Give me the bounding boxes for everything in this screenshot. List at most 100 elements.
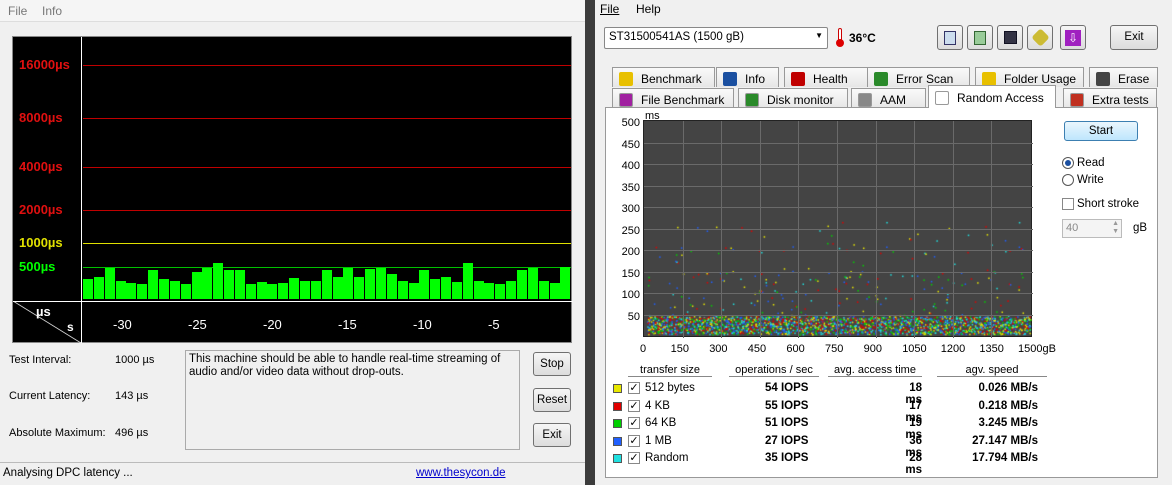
x-tick-1350: 1350 (979, 343, 1004, 355)
tab-extra-tests[interactable]: Extra tests (1063, 88, 1157, 108)
short-stroke-checkbox[interactable] (1062, 198, 1074, 210)
write-label: Write (1077, 174, 1104, 186)
drive-select[interactable]: ST31500541AS (1500 gB) ▼ (604, 27, 828, 49)
y-label-0: 16000µs (19, 57, 70, 72)
latency-bar (310, 281, 321, 299)
latency-bar (397, 281, 408, 299)
grid-v (759, 121, 761, 338)
tab-icon (619, 92, 633, 107)
speed-value: 0.026 MB/s (978, 382, 1038, 394)
tab-health[interactable]: Health (784, 67, 872, 87)
latency-bar (549, 282, 560, 299)
row-checkbox[interactable]: ✓ (628, 417, 640, 429)
grid-h (644, 142, 1033, 144)
latency-bar (158, 279, 169, 299)
copy-text-button[interactable] (937, 25, 963, 50)
latency-bar (527, 268, 538, 299)
row-checkbox[interactable]: ✓ (628, 382, 640, 394)
x-tick-4: -10 (413, 317, 432, 332)
write-radio[interactable] (1062, 174, 1074, 186)
read-radio[interactable] (1062, 157, 1074, 169)
stop-button[interactable]: Stop (533, 352, 571, 376)
latency-bar (126, 282, 137, 299)
thermometer-icon (836, 28, 844, 47)
menu-file[interactable]: File (8, 4, 27, 18)
grid-line-2 (83, 167, 571, 168)
latency-bar (408, 282, 419, 299)
latency-bar (386, 273, 397, 299)
latency-bar (213, 263, 224, 299)
latency-bar (256, 281, 267, 299)
latency-bar (148, 270, 159, 299)
row-checkbox[interactable]: ✓ (628, 452, 640, 464)
axis-horizontal-line (13, 301, 573, 302)
grid-h (644, 250, 1033, 251)
x-tick-1500gB: 1500gB (1018, 343, 1056, 355)
tab-benchmark[interactable]: Benchmark (612, 67, 715, 87)
latency-bar (278, 282, 289, 299)
row-checkbox[interactable]: ✓ (628, 434, 640, 447)
tab-info[interactable]: Info (716, 67, 779, 87)
transfer-size: 512 bytes (645, 382, 695, 394)
speed-value: 3.245 MB/s (978, 417, 1038, 429)
x-tick-900: 900 (863, 343, 882, 355)
grid-v (798, 121, 800, 338)
tab-aam[interactable]: AAM (851, 88, 926, 108)
menu-info[interactable]: Info (42, 4, 62, 18)
tab-disk-monitor[interactable]: Disk monitor (738, 88, 848, 108)
x-tick-3: -15 (338, 317, 357, 332)
axis-unit-top: µs (36, 304, 51, 319)
latency-bar (538, 281, 549, 299)
grid-line-3 (83, 210, 571, 211)
row-checkbox[interactable]: ✓ (628, 399, 640, 412)
menu-help[interactable]: Help (636, 2, 661, 16)
website-link[interactable]: www.thesycon.de (416, 467, 506, 479)
latency-bar (451, 281, 462, 299)
latency-graph: 16000µs 8000µs 4000µs 2000µs 1000µs 500µs µs s -… (12, 36, 573, 343)
transfer-size: Random (645, 452, 689, 464)
download-button[interactable]: ⇩ (1060, 25, 1086, 50)
legend-swatch (613, 436, 622, 446)
grid-v (721, 121, 723, 338)
grid-line-1 (83, 118, 571, 119)
y-label-1: 8000µs (19, 110, 63, 125)
tab-random-access[interactable]: Random Access (928, 85, 1056, 108)
grid-v (991, 121, 993, 338)
reset-button[interactable]: Reset (533, 388, 571, 412)
x-tick-5: -5 (488, 317, 500, 332)
speed-value: 27.147 MB/s (972, 434, 1038, 447)
exit-button[interactable]: Exit (533, 423, 571, 447)
stroke-size-spinner[interactable]: 40 ▲ ▼ (1062, 219, 1122, 238)
x-tick-750: 750 (825, 343, 844, 355)
tab-erase[interactable]: Erase (1089, 67, 1158, 87)
tab-file-benchmark[interactable]: File Benchmark (612, 88, 734, 108)
exit-button-right[interactable]: Exit (1110, 25, 1158, 50)
latency-bar (234, 270, 245, 299)
x-tick-450: 450 (747, 343, 767, 355)
tab-icon (982, 71, 996, 86)
y-tick-450: 450 (621, 138, 640, 151)
start-button[interactable]: Start (1064, 121, 1138, 141)
tab-folder-usage[interactable]: Folder Usage (975, 67, 1084, 87)
save-button[interactable] (997, 25, 1023, 50)
x-tick-0: 0 (640, 343, 647, 355)
latency-bar (104, 268, 115, 299)
tab-label: Info (745, 71, 766, 86)
axis-unit-bottom: s (67, 320, 74, 334)
tab-error-scan[interactable]: Error Scan (867, 67, 970, 87)
latency-bar (462, 263, 473, 299)
latency-bar (115, 281, 126, 299)
tab-label: Health (813, 71, 848, 86)
y-tick-350: 350 (621, 181, 640, 194)
test-interval-label: Test Interval: (9, 354, 72, 366)
latency-bar (224, 270, 235, 299)
grid-h (644, 164, 1033, 165)
options-button[interactable] (1027, 25, 1053, 50)
grid-v (875, 121, 877, 338)
tab-label: Random Access (957, 91, 1044, 105)
copy-all-button[interactable] (967, 25, 993, 50)
menu-file-right[interactable]: File (600, 2, 619, 16)
grid-h (644, 314, 1033, 316)
spinner-arrows-icon: ▲ ▼ (1112, 220, 1119, 235)
y-label-3: 2000µs (19, 202, 63, 217)
